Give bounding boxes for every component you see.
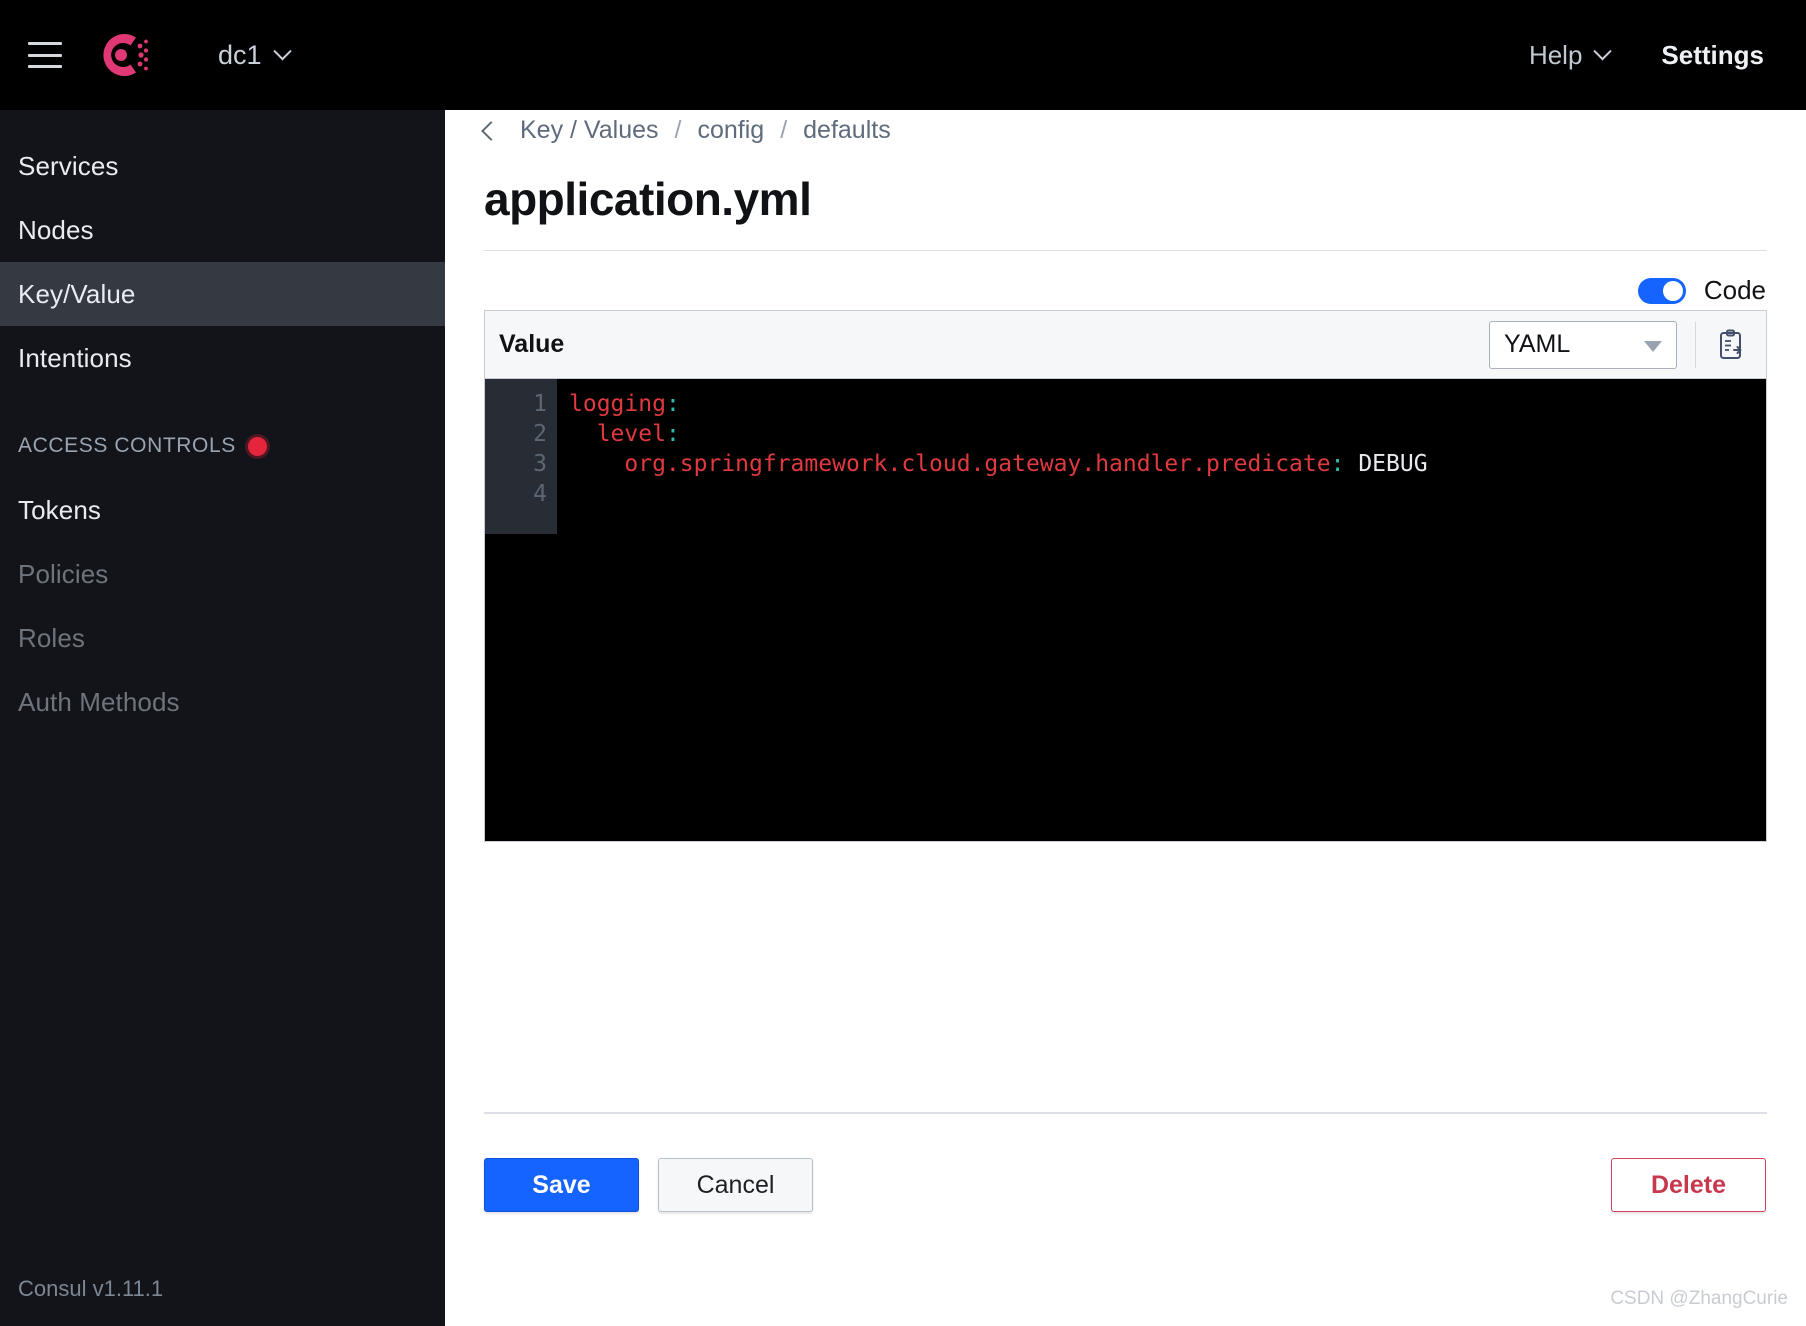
breadcrumb: Key / Values / config / defaults <box>481 116 891 145</box>
copy-to-clipboard-button[interactable] <box>1696 311 1766 378</box>
value-editor-card: Value YAML 1 2 3 4 logging: level: org.s… <box>484 310 1767 842</box>
sidebar-item-key-value[interactable]: Key/Value <box>0 262 445 326</box>
code-token: DEBUG <box>1344 451 1428 477</box>
code-token: : <box>665 391 680 417</box>
yaml-code-editor[interactable]: 1 2 3 4 logging: level: org.springframew… <box>485 379 1766 841</box>
code-line: org.springframework.cloud.gateway.handle… <box>569 449 1428 479</box>
sidebar-item-label: Nodes <box>18 214 94 245</box>
code-token: org.springframework.cloud.gateway.handle… <box>569 451 1331 477</box>
sidebar-item-policies: Policies <box>0 542 445 606</box>
copy-to-clipboard-icon <box>1720 329 1742 359</box>
title-divider <box>484 250 1767 251</box>
save-button[interactable]: Save <box>484 1158 639 1212</box>
language-select[interactable]: YAML <box>1489 320 1677 369</box>
consul-logo-icon <box>94 24 156 86</box>
cancel-button[interactable]: Cancel <box>658 1158 813 1212</box>
datacenter-selector[interactable]: dc1 <box>218 39 292 71</box>
sidebar-item-tokens[interactable]: Tokens <box>0 478 445 542</box>
chevron-left-icon[interactable] <box>481 120 501 141</box>
breadcrumb-item-config[interactable]: config <box>697 116 764 145</box>
page-title: application.yml <box>484 173 812 225</box>
line-number: 1 <box>533 391 547 417</box>
breadcrumb-item-key-values[interactable]: Key / Values <box>520 116 659 145</box>
datacenter-label: dc1 <box>218 39 262 70</box>
code-token: : <box>1330 451 1345 477</box>
value-editor-title: Value <box>499 330 565 358</box>
sidebar-item-label: Policies <box>18 558 109 589</box>
line-number: 2 <box>533 421 547 447</box>
sidebar-item-nodes[interactable]: Nodes <box>0 198 445 262</box>
caret-down-icon <box>1644 340 1662 352</box>
code-toggle-row: Code <box>1637 275 1766 306</box>
sidebar-item-label: Key/Value <box>18 278 136 309</box>
sidebar-item-label: Intentions <box>18 342 132 373</box>
code-line: logging: <box>569 389 1428 419</box>
chevron-down-icon <box>1593 41 1613 60</box>
toggle-knob <box>1662 280 1683 301</box>
sidebar-item-label: Roles <box>18 622 85 653</box>
help-menu[interactable]: Help <box>1528 39 1613 71</box>
breadcrumb-separator: / <box>780 116 788 144</box>
breadcrumb-item-defaults[interactable]: defaults <box>803 116 891 145</box>
line-number-gutter: 1 2 3 4 <box>485 379 557 534</box>
consul-version-label: Consul v1.11.1 <box>18 1276 164 1301</box>
sidebar-item-roles: Roles <box>0 606 445 670</box>
watermark-label: CSDN @ZhangCurie <box>1610 1288 1788 1309</box>
sidebar-section-access-controls: ACCESS CONTROLS <box>0 414 445 478</box>
help-label: Help <box>1528 39 1583 70</box>
line-number: 3 <box>533 451 547 477</box>
actions-divider <box>484 1112 1767 1114</box>
red-status-dot-icon <box>247 436 267 456</box>
top-navigation-bar: dc1 Help Settings <box>0 0 1806 110</box>
delete-button[interactable]: Delete <box>1611 1158 1766 1212</box>
hamburger-menu-icon[interactable] <box>28 42 62 68</box>
sidebar-item-label: Tokens <box>18 494 101 525</box>
value-editor-header-actions: YAML <box>1489 311 1766 378</box>
code-token: level <box>569 421 666 447</box>
main-content: Key / Values / config / defaults applica… <box>445 110 1806 1326</box>
sidebar-item-label: Auth Methods <box>18 686 180 717</box>
sidebar-item-intentions[interactable]: Intentions <box>0 326 445 390</box>
line-number: 4 <box>533 481 547 507</box>
sidebar-section-spacer <box>0 390 445 414</box>
sidebar-top-spacer <box>0 110 445 134</box>
sidebar-navigation: Services Nodes Key/Value Intentions ACCE… <box>0 110 445 1326</box>
chevron-down-icon <box>272 41 292 60</box>
sidebar-item-label: Services <box>18 150 119 181</box>
top-navigation-right: Help Settings <box>1529 40 1764 71</box>
code-token: : <box>665 421 680 447</box>
breadcrumb-separator: / <box>674 116 682 144</box>
code-toggle-label: Code <box>1703 275 1766 305</box>
sidebar-section-label: ACCESS CONTROLS <box>18 434 236 457</box>
code-content[interactable]: logging: level: org.springframework.clou… <box>557 379 1428 841</box>
settings-link[interactable]: Settings <box>1661 40 1764 71</box>
sidebar-item-auth-methods: Auth Methods <box>0 670 445 734</box>
code-token: logging <box>569 391 666 417</box>
code-toggle-switch[interactable] <box>1637 277 1686 304</box>
code-line: level: <box>569 419 1428 449</box>
language-select-value: YAML <box>1504 330 1571 358</box>
sidebar-item-services[interactable]: Services <box>0 134 445 198</box>
value-editor-header: Value YAML <box>485 311 1766 379</box>
